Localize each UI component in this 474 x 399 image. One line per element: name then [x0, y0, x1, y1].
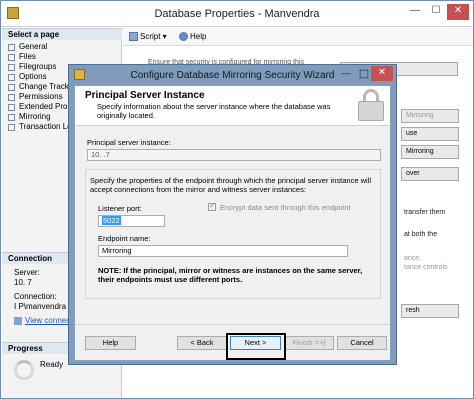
- progress-spinner-icon: [14, 360, 34, 380]
- endpoint-name-label: Endpoint name:: [98, 234, 151, 243]
- bg-text-transfer: transfer them: [404, 209, 446, 216]
- wizard-content: Principal Server Instance Specify inform…: [74, 85, 391, 361]
- wizard-title-bar: Configure Database Mirroring Security Wi…: [69, 65, 396, 85]
- endpoint-properties-group: Specify the properties of the endpoint t…: [85, 169, 381, 299]
- bg-mirroring-button-2[interactable]: Mirroring: [401, 145, 459, 159]
- page-icon: [8, 104, 15, 111]
- script-icon: [129, 32, 138, 42]
- connection-properties-icon: [14, 316, 22, 325]
- wizard-help-button[interactable]: Help: [85, 336, 136, 350]
- page-icon: [8, 84, 15, 91]
- bg-use-button[interactable]: use: [401, 127, 459, 141]
- page-item-general[interactable]: General: [8, 42, 120, 52]
- bg-text-both: at both the: [404, 231, 438, 238]
- help-toolbar-button[interactable]: Help: [179, 31, 206, 42]
- page-icon: [8, 74, 15, 81]
- cancel-button[interactable]: Cancel: [337, 336, 387, 350]
- maximize-button[interactable]: ☐: [428, 4, 444, 20]
- close-button[interactable]: ✕: [447, 4, 469, 20]
- bg-mirroring-button-1[interactable]: Mirroring: [401, 109, 459, 123]
- principal-instance-label: Principal server instance:: [87, 138, 171, 147]
- page-item-files[interactable]: Files: [8, 52, 120, 62]
- title-bar: Database Properties - Manvendra — ☐ ✕: [1, 1, 473, 27]
- wizard-minimize-button[interactable]: —: [337, 67, 355, 81]
- endpoint-name-field[interactable]: Mirroring: [98, 245, 348, 257]
- finish-button[interactable]: Finish >>|: [284, 336, 334, 350]
- next-button-highlight: [226, 333, 286, 360]
- help-icon: [179, 32, 188, 42]
- wizard-heading: Principal Server Instance: [85, 90, 205, 101]
- bg-refresh-button[interactable]: resh: [401, 304, 459, 318]
- back-button[interactable]: < Back: [177, 336, 227, 350]
- wizard-maximize-button[interactable]: [359, 69, 369, 79]
- endpoint-instructions: Specify the properties of the endpoint t…: [90, 176, 371, 194]
- minimize-button[interactable]: —: [405, 4, 425, 20]
- wizard-close-button[interactable]: ✕: [371, 66, 393, 81]
- page-icon: [8, 64, 15, 71]
- page-icon: [8, 94, 15, 101]
- script-button[interactable]: Script ▾: [129, 31, 167, 42]
- page-icon: [8, 54, 15, 61]
- wizard-subheading: Specify information about the server ins…: [97, 102, 331, 120]
- listener-port-label: Listener port:: [98, 204, 142, 213]
- encrypt-data-checkbox[interactable]: [208, 201, 216, 211]
- progress-status: Ready: [40, 360, 64, 369]
- select-page-header: Select a page: [2, 28, 122, 40]
- page-icon: [8, 124, 15, 131]
- page-icon: [8, 44, 15, 51]
- window-title: Database Properties - Manvendra: [154, 8, 320, 20]
- mirroring-security-wizard: Configure Database Mirroring Security Wi…: [68, 64, 397, 365]
- bg-text-ance: ance,: [404, 255, 422, 262]
- wizard-header: Principal Server Instance Specify inform…: [75, 86, 390, 126]
- page-icon: [8, 114, 15, 121]
- principal-instance-field[interactable]: 10. .7: [87, 149, 381, 161]
- listener-port-field[interactable]: 5022: [98, 215, 165, 227]
- view-connection-properties-link[interactable]: View connec: [25, 316, 70, 325]
- note-text: NOTE: If the principal, mirror or witnes…: [98, 266, 363, 284]
- encrypt-data-label: Encrypt data sent through this endpoint: [220, 203, 351, 212]
- lock-icon: [358, 89, 384, 123]
- bg-failover-button[interactable]: over: [401, 167, 459, 181]
- toolbar: Script ▾ Help: [123, 28, 473, 46]
- bg-text-controls: tance controls: [404, 264, 448, 271]
